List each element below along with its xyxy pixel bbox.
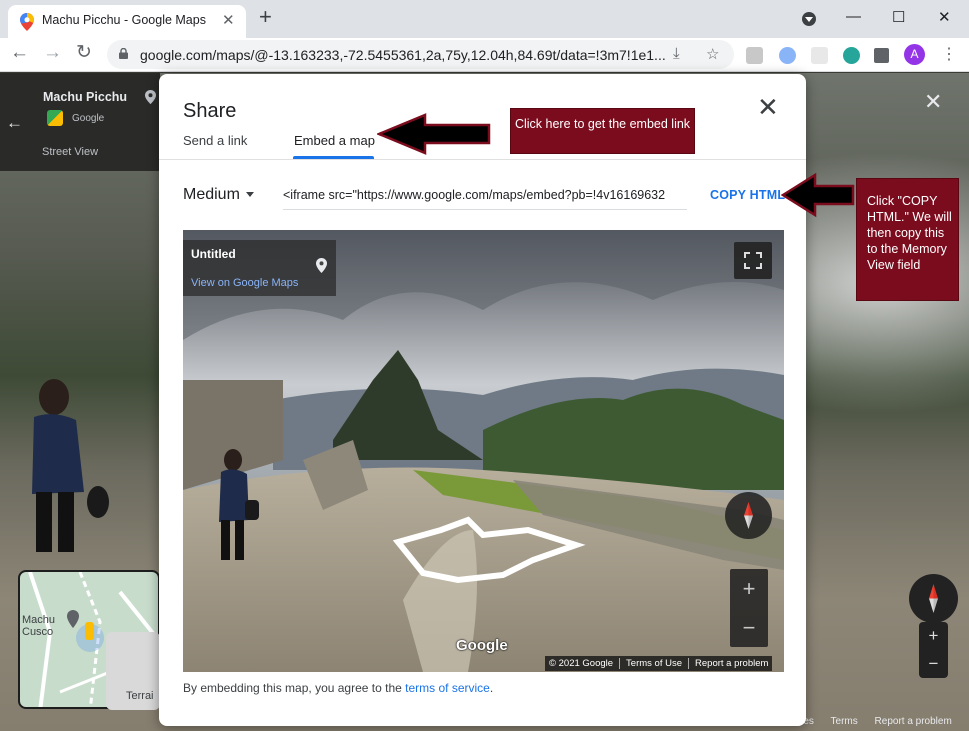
browser-toolbar: ← → ↻ google.com/maps/@-13.163233,-72.54…: [0, 38, 969, 72]
forward-button[interactable]: →: [43, 43, 62, 62]
terms-of-service-link[interactable]: terms of service: [405, 681, 490, 695]
maps-place-header: ← Machu Picchu Google Street View: [0, 73, 160, 171]
window-close-button[interactable]: ✕: [938, 8, 951, 26]
location-pin-icon[interactable]: [145, 90, 156, 104]
footer-report-link[interactable]: Report a problem: [875, 716, 952, 727]
embed-preview[interactable]: Untitled View on Google Maps + − Google …: [183, 230, 784, 672]
contributor-label: Google: [72, 113, 105, 124]
terms-of-use-link[interactable]: Terms of Use: [619, 658, 683, 669]
maximize-button[interactable]: ☐: [892, 8, 905, 26]
embed-code-field[interactable]: <iframe src="https://www.google.com/maps…: [283, 182, 687, 210]
view-on-google-maps-link[interactable]: View on Google Maps: [191, 277, 298, 289]
tab-title: Machu Picchu - Google Maps: [42, 13, 206, 27]
background-person-image: [32, 379, 109, 552]
share-dialog: Share ✕ Send a link Embed a map Medium <…: [159, 74, 806, 726]
minimize-button[interactable]: —: [846, 8, 861, 25]
footer-terms-link[interactable]: Terms: [831, 716, 858, 727]
zoom-in-button[interactable]: +: [730, 569, 768, 608]
zoom-controls: + −: [730, 569, 768, 647]
google-contributor-icon: [47, 110, 63, 126]
terrain-layer-button[interactable]: Terrai: [106, 632, 160, 710]
back-button[interactable]: ←: [10, 43, 29, 62]
dropdown-caret-icon: [245, 192, 254, 198]
extension-r-icon[interactable]: [746, 47, 763, 64]
bg-zoom-in-button[interactable]: +: [919, 622, 948, 650]
report-problem-link[interactable]: Report a problem: [688, 658, 769, 669]
install-app-icon[interactable]: ⤓: [673, 45, 680, 62]
annotation-embed-link: Click here to get the embed link: [510, 108, 695, 154]
background-zoom-controls: + −: [919, 622, 948, 678]
annotation-copy-html: Click "COPY HTML." We will then copy thi…: [856, 178, 959, 301]
map-size-dropdown[interactable]: Medium: [183, 186, 254, 204]
menu-kebab-icon[interactable]: ⋮: [941, 44, 957, 64]
bg-zoom-out-button[interactable]: −: [919, 650, 948, 678]
minimap-label-2: Cusco: [22, 626, 54, 638]
address-bar[interactable]: google.com/maps/@-13.163233,-72.5455361,…: [107, 40, 734, 69]
arrow-to-embed-tab-icon: [377, 113, 491, 155]
background-compass-icon[interactable]: [909, 574, 958, 623]
browser-tabbar: Machu Picchu - Google Maps ✕ + — ☐ ✕: [0, 0, 969, 38]
map-pin-icon[interactable]: [316, 258, 327, 273]
copyright-text: © 2021 Google: [549, 658, 614, 669]
terms-prefix: By embedding this map, you agree to the: [183, 681, 406, 695]
extension-a-icon[interactable]: [843, 47, 860, 64]
url-text[interactable]: google.com/maps/@-13.163233,-72.5455361,…: [140, 47, 666, 63]
compass-icon[interactable]: [725, 492, 772, 539]
arrow-to-copy-html-icon: [781, 172, 855, 218]
minimap-label-1: Machu: [22, 614, 56, 626]
google-watermark: Google: [456, 637, 508, 654]
terms-notice: By embedding this map, you agree to the …: [183, 681, 493, 695]
minimap-place-label: Machu Cusco: [22, 614, 55, 638]
tab-embed-map[interactable]: Embed a map: [294, 133, 375, 148]
dialog-divider: [159, 159, 806, 160]
terms-suffix: .: [489, 681, 494, 695]
embed-map-title: Untitled: [191, 247, 236, 261]
browser-tab[interactable]: Machu Picchu - Google Maps ✕: [8, 5, 246, 38]
tab-search-icon[interactable]: [802, 12, 816, 26]
copy-html-button[interactable]: COPY HTML: [710, 188, 785, 202]
dialog-close-icon[interactable]: ✕: [757, 94, 779, 120]
zoom-out-button[interactable]: −: [730, 608, 768, 647]
embed-info-card: Untitled View on Google Maps: [183, 240, 336, 296]
extensions-puzzle-icon[interactable]: [874, 48, 889, 63]
new-tab-button[interactable]: +: [259, 6, 272, 28]
google-maps-icon: [20, 13, 34, 31]
reload-button[interactable]: ↻: [76, 43, 92, 62]
street-view-label: Street View: [42, 146, 99, 158]
map-attribution: © 2021 Google Terms of Use Report a proble…: [545, 656, 773, 671]
lock-icon: [119, 48, 128, 59]
map-size-value: Medium: [183, 186, 240, 203]
tab-close-icon[interactable]: ✕: [222, 11, 235, 29]
screen: Machu Picchu - Google Maps ✕ + — ☐ ✕ ← →…: [0, 0, 969, 731]
bookmark-star-icon[interactable]: ☆: [706, 45, 719, 63]
extension-grid-icon[interactable]: [811, 47, 828, 64]
terrain-label: Terrai: [126, 690, 154, 702]
fullscreen-icon[interactable]: [734, 242, 772, 279]
tab-send-link[interactable]: Send a link: [183, 133, 247, 148]
extension-globe-icon[interactable]: [779, 47, 796, 64]
back-arrow-icon[interactable]: ←: [6, 113, 23, 133]
street-view-close-icon[interactable]: ✕: [924, 89, 942, 115]
place-title: Machu Picchu: [43, 90, 128, 104]
street-view-panorama: [183, 230, 784, 672]
maps-footer: res Terms Report a problem: [800, 716, 966, 727]
profile-avatar[interactable]: A: [904, 44, 925, 65]
dialog-title: Share: [183, 100, 237, 122]
